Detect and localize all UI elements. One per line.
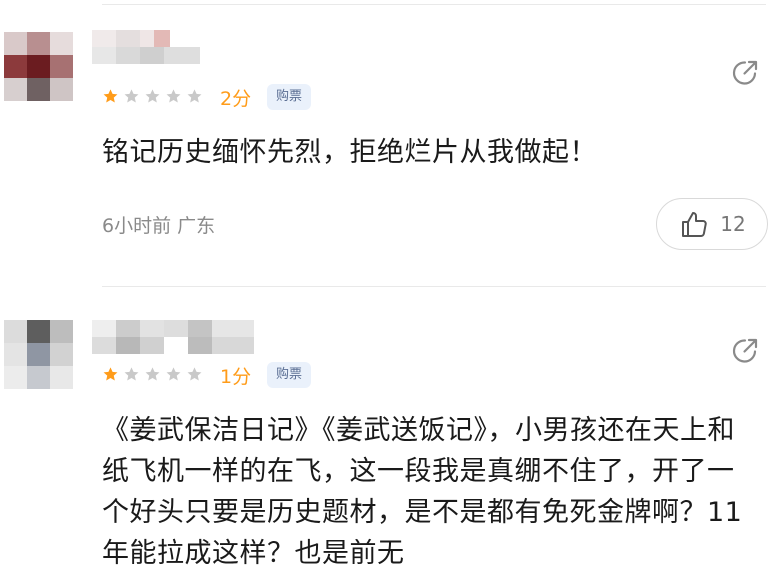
like-count: 12	[720, 212, 746, 236]
comment-item: 1分 购票 《姜武保洁日记》《姜武送饭记》，小男孩还在天上和纸飞机一样的在飞，这…	[0, 290, 784, 569]
divider	[102, 286, 766, 287]
purchase-badge: 购票	[267, 84, 312, 110]
star-icon	[144, 366, 161, 383]
username-blurred[interactable]	[92, 320, 254, 354]
avatar[interactable]	[4, 32, 74, 102]
star-icon	[186, 366, 203, 383]
share-icon[interactable]	[730, 336, 760, 366]
star-icon	[165, 88, 182, 105]
star-icon	[123, 366, 140, 383]
score-label: 2分	[220, 88, 252, 110]
comment-text: 铭记历史缅怀先烈，拒绝烂片从我做起！	[102, 137, 597, 168]
rating-stars	[102, 366, 203, 383]
username-blurred[interactable]	[92, 30, 202, 64]
rating-stars	[102, 88, 203, 105]
star-icon	[102, 366, 119, 383]
like-button[interactable]: 12	[656, 198, 768, 250]
thumbs-up-icon	[678, 208, 710, 240]
star-icon	[186, 88, 203, 105]
star-icon	[144, 88, 161, 105]
star-icon	[123, 88, 140, 105]
comment-meta: 6小时前 广东	[102, 215, 216, 237]
star-icon	[165, 366, 182, 383]
avatar[interactable]	[4, 320, 74, 390]
purchase-badge: 购票	[267, 362, 312, 388]
comment-text: 《姜武保洁日记》《姜武送饭记》，小男孩还在天上和纸飞机一样的在飞，这一段我是真绷…	[102, 415, 743, 569]
star-icon	[102, 88, 119, 105]
comment-item: 2分 购票 铭记历史缅怀先烈，拒绝烂片从我做起！ 6小时前 广东 12	[0, 0, 784, 270]
share-icon[interactable]	[730, 58, 760, 88]
score-label: 1分	[220, 366, 252, 388]
